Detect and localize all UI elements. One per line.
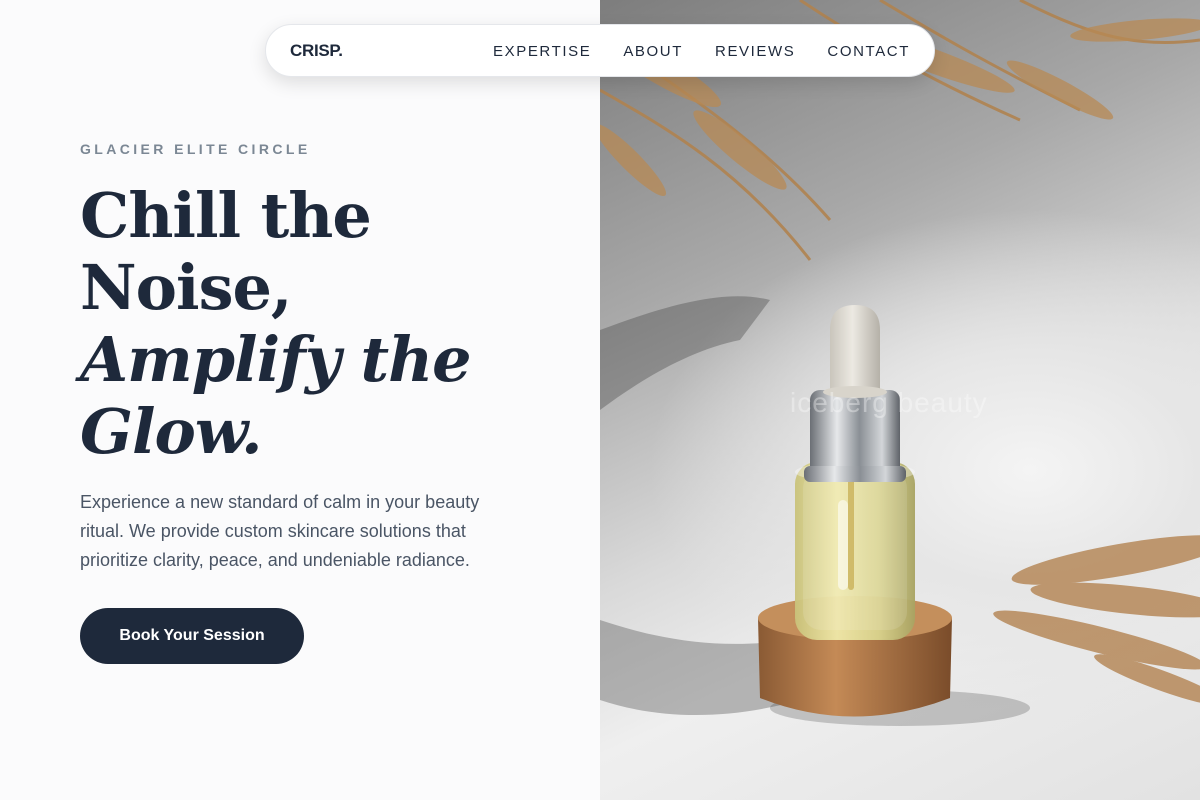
- hero-product-image: iceberg beauty: [600, 0, 1200, 800]
- hero-description: Experience a new standard of calm in you…: [80, 492, 480, 570]
- image-watermark: iceberg beauty: [790, 387, 988, 418]
- hero-text-panel: GLACIER ELITE CIRCLE Chill the Noise, Am…: [0, 0, 600, 800]
- book-session-button[interactable]: Book Your Session: [80, 608, 304, 664]
- hero-eyebrow: GLACIER ELITE CIRCLE: [80, 141, 311, 157]
- nav-links: EXPERTISE ABOUT REVIEWS CONTACT: [493, 43, 910, 60]
- top-navigation: CRISP. EXPERTISE ABOUT REVIEWS CONTACT: [265, 24, 935, 77]
- nav-link-about[interactable]: ABOUT: [623, 43, 683, 60]
- headline-line-1: Chill the: [80, 179, 372, 252]
- hero-headline: Chill the Noise, Amplify the Glow.: [80, 179, 472, 468]
- brand-logo[interactable]: CRISP.: [290, 41, 343, 61]
- nav-link-reviews[interactable]: REVIEWS: [715, 43, 795, 60]
- headline-line-2: Noise,: [80, 251, 293, 324]
- nav-link-expertise[interactable]: EXPERTISE: [493, 43, 591, 60]
- headline-line-3: Amplify the: [80, 323, 472, 396]
- headline-line-4: Glow.: [80, 395, 263, 468]
- nav-link-contact[interactable]: CONTACT: [827, 43, 910, 60]
